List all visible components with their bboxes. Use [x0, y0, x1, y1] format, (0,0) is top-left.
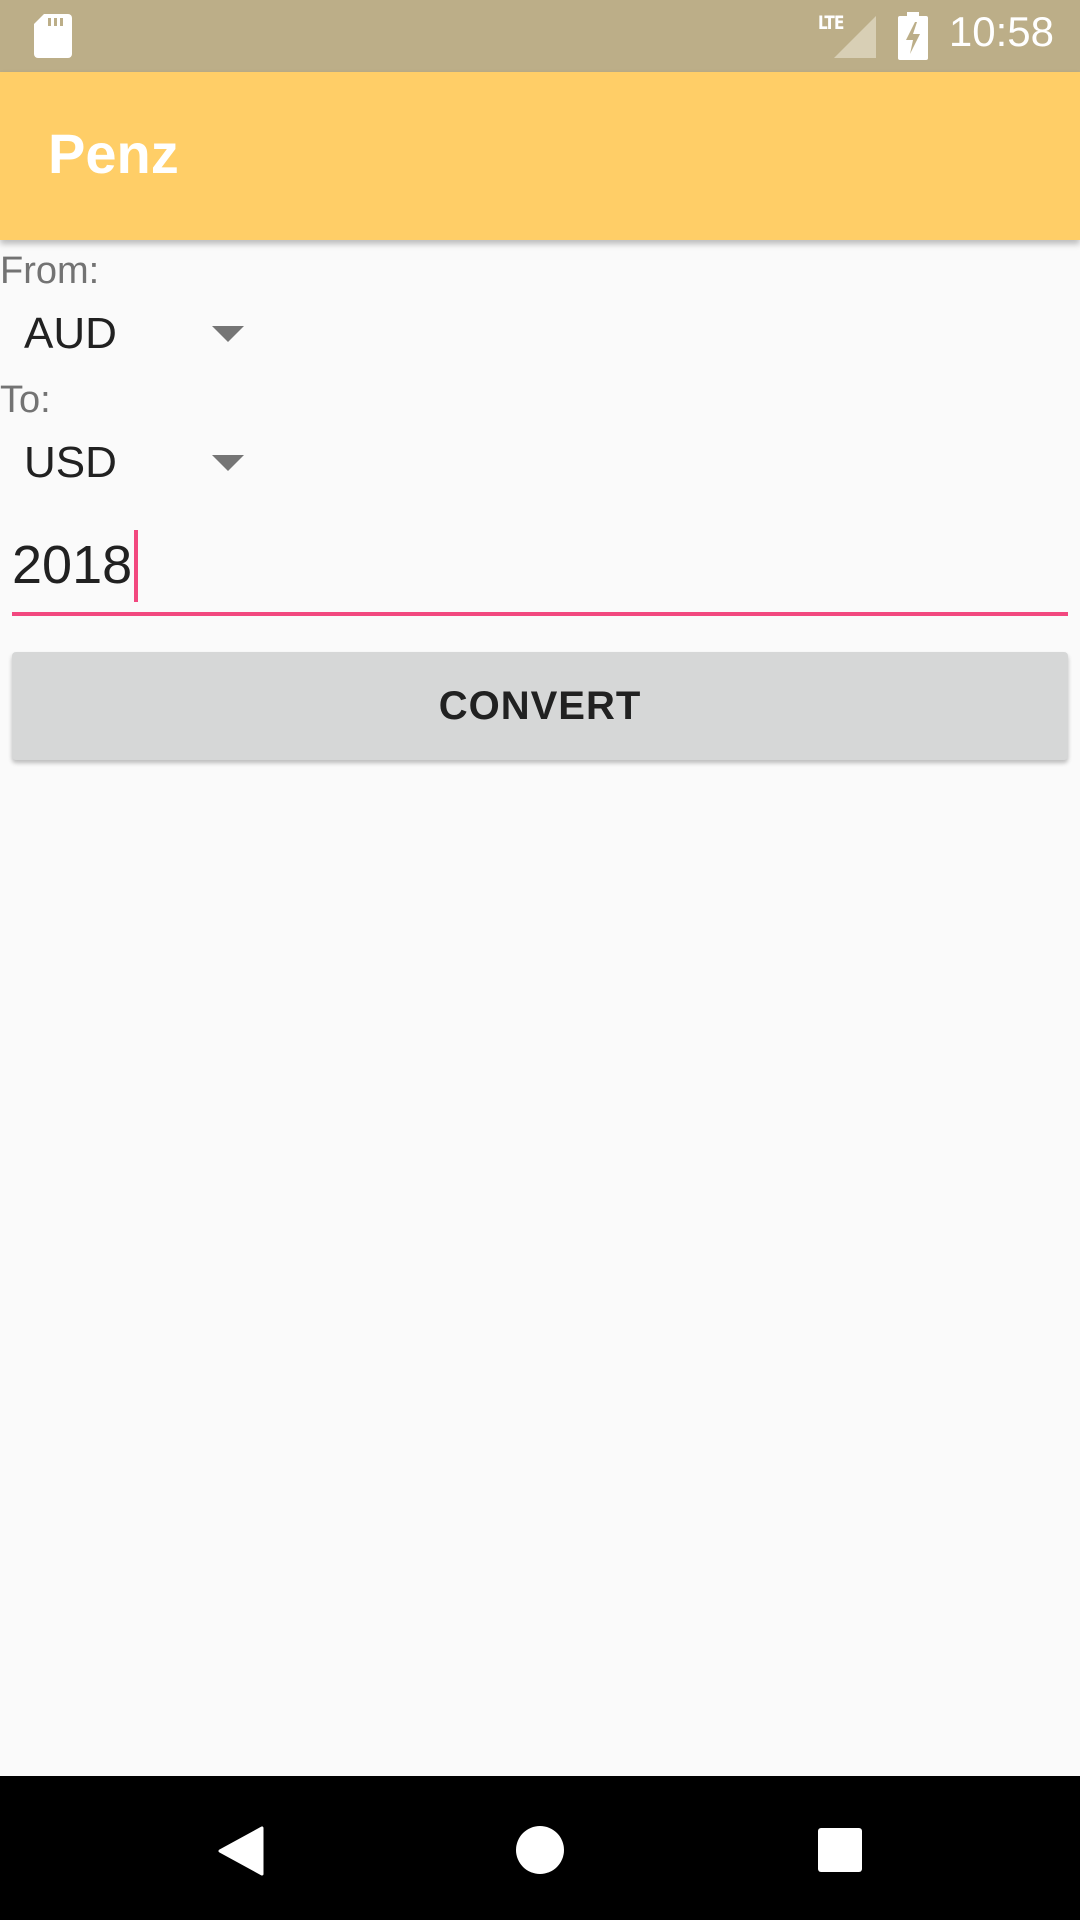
screen: LTE 10:58 Penz From: AUD To: USD 2018 CO…	[0, 0, 1080, 1920]
status-bar: LTE 10:58	[0, 0, 1080, 72]
sd-card-icon	[34, 14, 72, 58]
home-icon[interactable]	[516, 1826, 564, 1874]
battery-charging-icon	[898, 12, 928, 60]
status-clock: 10:58	[948, 8, 1054, 55]
lte-signal-icon: LTE	[818, 12, 876, 58]
convert-button-label: CONVERT	[438, 683, 642, 728]
app-bar: Penz	[0, 72, 1080, 240]
recents-icon[interactable]	[818, 1828, 862, 1872]
from-currency-value: AUD	[24, 309, 117, 358]
to-currency-spinner[interactable]: USD	[0, 413, 260, 513]
lte-label: LTE	[818, 12, 844, 34]
back-icon[interactable]	[218, 1826, 264, 1876]
dropdown-arrow-icon	[212, 326, 244, 342]
app-title: Penz	[48, 122, 179, 185]
convert-button[interactable]: CONVERT	[12, 652, 1068, 760]
navigation-bar	[0, 1776, 1080, 1920]
amount-value: 2018	[12, 535, 133, 595]
amount-input[interactable]: 2018	[12, 524, 1068, 616]
amount-input-text: 2018	[12, 530, 139, 602]
from-currency-spinner[interactable]: AUD	[0, 284, 260, 384]
to-currency-value: USD	[24, 438, 117, 487]
text-cursor	[134, 530, 139, 602]
dropdown-arrow-icon	[212, 455, 244, 471]
